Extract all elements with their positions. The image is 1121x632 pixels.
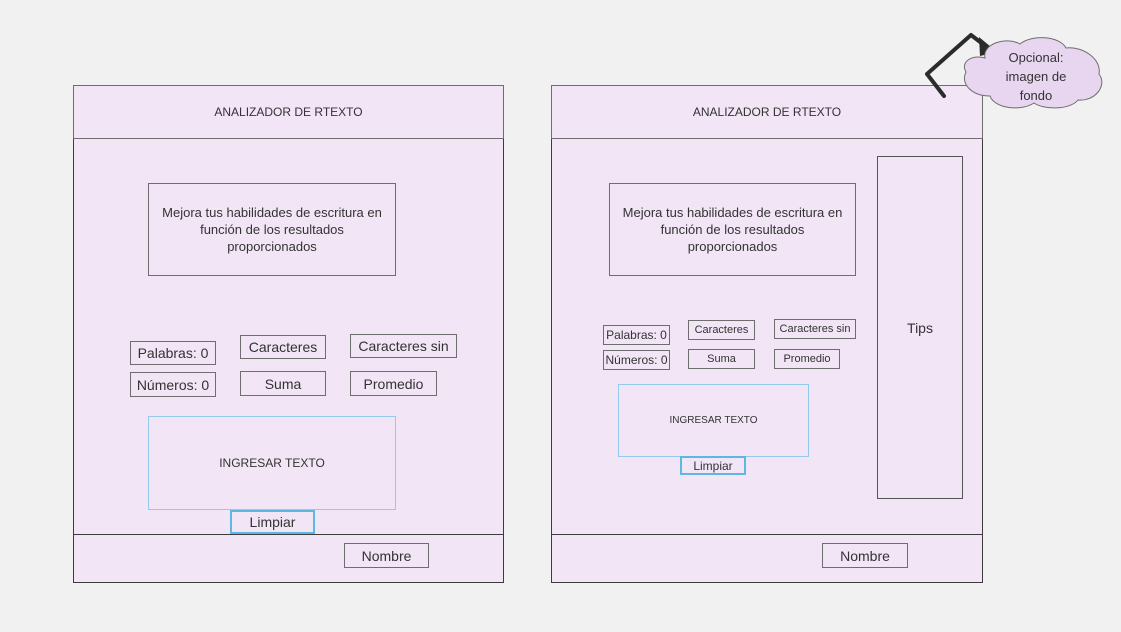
annotation-note-text: Opcional: imagen de fondo	[1005, 49, 1067, 103]
annotation-note: Opcional: imagen de fondo	[990, 46, 1082, 106]
annotation-cloud-icon	[964, 37, 1103, 109]
